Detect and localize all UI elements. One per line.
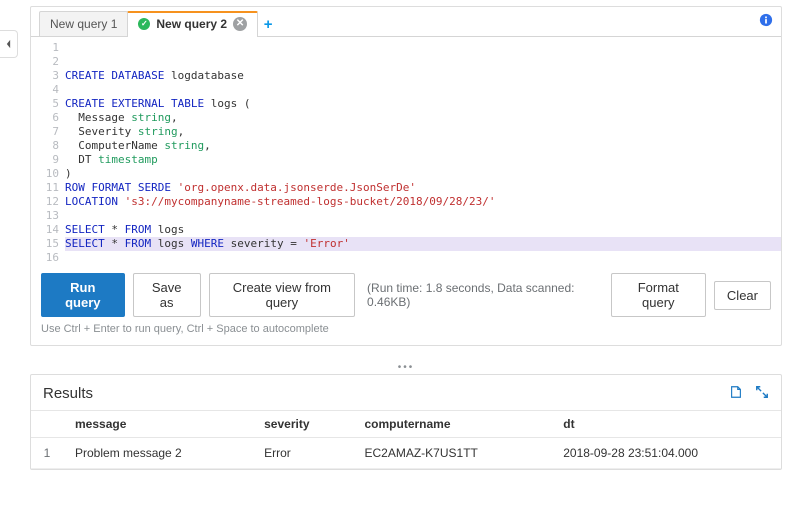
table-cell: Problem message 2 (63, 438, 252, 469)
save-as-button[interactable]: Save as (133, 273, 201, 317)
query-editor-card: New query 1 ✓ New query 2 ✕ + 12345678910111… (30, 6, 782, 346)
editor-code[interactable]: CREATE DATABASE logdatabase CREATE EXTER… (65, 41, 781, 265)
query-tab[interactable]: New query 1 (39, 11, 128, 36)
results-column-header (31, 411, 63, 438)
results-column-header: message (63, 411, 252, 438)
table-row: 1Problem message 2ErrorEC2AMAZ-K7US1TT20… (31, 438, 781, 469)
sidebar-collapse-handle[interactable] (0, 30, 18, 58)
results-card: Results messageseveritycomputernamedt 1P… (30, 374, 782, 470)
format-query-button[interactable]: Format query (611, 273, 706, 317)
resize-handle[interactable]: ••• (30, 360, 782, 374)
tab-label: New query 2 (156, 17, 227, 31)
results-column-header: computername (353, 411, 552, 438)
table-cell: EC2AMAZ-K7US1TT (353, 438, 552, 469)
run-info-text: (Run time: 1.8 seconds, Data scanned: 0.… (367, 281, 595, 309)
results-column-header: dt (551, 411, 781, 438)
status-success-icon: ✓ (138, 18, 150, 30)
download-results-icon[interactable] (729, 385, 743, 402)
editor-toolbar: Run query Save as Create view from query… (31, 265, 781, 323)
results-table: messageseveritycomputernamedt 1Problem m… (31, 410, 781, 469)
create-view-button[interactable]: Create view from query (209, 273, 355, 317)
table-cell: Error (252, 438, 352, 469)
clear-button[interactable]: Clear (714, 281, 771, 310)
run-query-button[interactable]: Run query (41, 273, 125, 317)
editor-gutter: 12345678910111213141516 (31, 41, 65, 265)
tab-label: New query 1 (50, 17, 117, 31)
info-icon[interactable] (759, 13, 773, 27)
table-cell: 2018-09-28 23:51:04.000 (551, 438, 781, 469)
query-tabs: New query 1 ✓ New query 2 ✕ + (31, 7, 781, 37)
add-tab-button[interactable]: + (257, 16, 279, 36)
results-column-header: severity (252, 411, 352, 438)
expand-results-icon[interactable] (755, 385, 769, 402)
results-title: Results (43, 385, 93, 402)
sql-editor[interactable]: 12345678910111213141516 CREATE DATABASE … (31, 37, 781, 265)
close-tab-icon[interactable]: ✕ (233, 17, 247, 31)
shortcut-hint: Use Ctrl + Enter to run query, Ctrl + Sp… (31, 323, 781, 345)
query-tab[interactable]: ✓ New query 2 ✕ (127, 11, 258, 36)
